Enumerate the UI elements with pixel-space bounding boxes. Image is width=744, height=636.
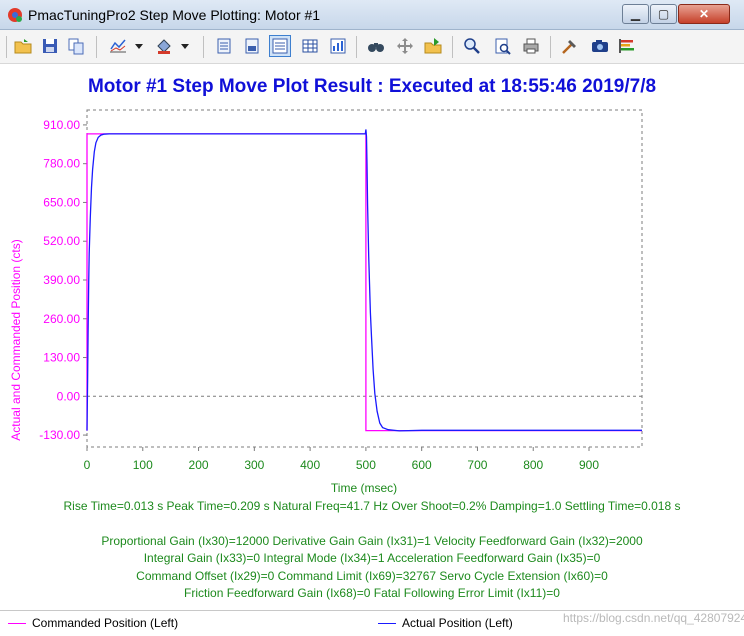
toolbar-separator	[550, 36, 551, 58]
x-tick-label: 800	[523, 458, 543, 472]
legend-swatch-actual	[378, 622, 396, 624]
x-tick-label: 500	[356, 458, 376, 472]
bars-button[interactable]	[617, 36, 637, 56]
x-tick-label: 400	[300, 458, 320, 472]
y-tick-label: 780.00	[43, 157, 80, 171]
toolbar-grip	[6, 36, 7, 58]
print-icon	[523, 38, 539, 54]
view-icon	[272, 38, 288, 54]
move-button[interactable]	[395, 36, 415, 56]
page-button[interactable]	[214, 36, 234, 56]
window-title: PmacTuningPro2 Step Move Plotting: Motor…	[28, 7, 321, 23]
legend-label-commanded: Commanded Position (Left)	[32, 616, 179, 630]
bars-icon	[619, 39, 634, 53]
y-axis-ticks: 910.00 780.00 650.00 520.00 390.00 260.00 130.…	[39, 118, 87, 442]
maximize-button[interactable]: ▢	[650, 4, 677, 24]
open-icon	[14, 39, 32, 54]
legend-label-actual: Actual Position (Left)	[402, 616, 513, 630]
close-button[interactable]: ✕	[678, 4, 730, 24]
page-alt-icon	[245, 38, 259, 54]
move-icon	[397, 38, 413, 54]
performance-stats: Rise Time=0.013 s Peak Time=0.209 s Natu…	[63, 499, 681, 513]
window-titlebar: PmacTuningPro2 Step Move Plotting: Motor…	[0, 0, 744, 30]
paint-icon	[157, 39, 171, 54]
app-icon	[8, 8, 22, 22]
copy-icon	[68, 38, 84, 55]
paint-dropdown[interactable]	[178, 36, 192, 56]
export-button[interactable]	[423, 36, 443, 56]
x-tick-label: 300	[244, 458, 264, 472]
save-icon	[43, 39, 57, 53]
zoom-button[interactable]	[462, 36, 482, 56]
paint-button[interactable]	[154, 36, 174, 56]
legend-swatch-commanded	[8, 622, 26, 624]
step-move-chart: 910.00 780.00 650.00 520.00 390.00 260.00 130.…	[9, 109, 643, 495]
export-icon	[424, 38, 442, 54]
gains-line-4: Friction Feedforward Gain (Ix68)=0 Fatal…	[184, 586, 560, 600]
line-chart-dropdown[interactable]	[132, 36, 146, 56]
toolbar-separator	[203, 36, 204, 58]
chevron-down-icon	[181, 44, 189, 49]
page-icon	[217, 38, 231, 54]
open-button[interactable]	[13, 36, 33, 56]
x-tick-label: 600	[412, 458, 432, 472]
legend-item-actual: Actual Position (Left)	[378, 616, 513, 630]
y-tick-label: 130.00	[43, 351, 80, 365]
binoculars-button[interactable]	[366, 36, 386, 56]
y-tick-label: 390.00	[43, 273, 80, 287]
x-tick-label: 0	[84, 458, 91, 472]
legend-item-commanded: Commanded Position (Left)	[8, 616, 178, 630]
grid-button[interactable]	[300, 36, 320, 56]
tools-icon	[562, 40, 576, 54]
y-tick-label: 910.00	[43, 118, 80, 132]
page-alt-button[interactable]	[242, 36, 262, 56]
minimize-icon: ▁	[630, 7, 641, 21]
minimize-button[interactable]: ▁	[622, 4, 649, 24]
x-tick-label: 100	[133, 458, 153, 472]
plot-title: Motor #1 Step Move Plot Result : Execute…	[87, 76, 657, 97]
chart-icon	[330, 38, 346, 54]
x-tick-label: 200	[189, 458, 209, 472]
view-button[interactable]	[269, 35, 291, 57]
actual-position-line	[86, 129, 642, 432]
y-tick-label: 650.00	[43, 195, 80, 209]
toolbar-separator	[452, 36, 453, 58]
y-axis-label: Actual and Commanded Position (cts)	[9, 239, 23, 440]
line-chart-button[interactable]	[108, 36, 128, 56]
x-tick-label: 700	[467, 458, 487, 472]
gains-line-2: Integral Gain (Ix33)=0 Integral Mode (Ix…	[143, 551, 601, 565]
gains-line-1: Proportional Gain (Ix30)=12000 Derivativ…	[101, 534, 643, 548]
y-tick-label: 0.00	[57, 389, 81, 403]
print-button[interactable]	[521, 36, 541, 56]
x-axis-label: Time (msec)	[331, 481, 397, 495]
grid-icon	[302, 39, 318, 53]
y-tick-label: 260.00	[43, 312, 80, 326]
binoculars-icon	[368, 43, 384, 52]
series-layer	[86, 129, 642, 432]
y-tick-label: 520.00	[43, 234, 80, 248]
watermark: https://blog.csdn.net/qq_42807924	[563, 611, 744, 625]
toolbar	[0, 30, 744, 64]
gains-line-3: Command Offset (Ix29)=0 Command Limit (I…	[136, 569, 608, 583]
save-button[interactable]	[40, 36, 60, 56]
x-tick-label: 900	[579, 458, 599, 472]
chevron-down-icon	[135, 44, 143, 49]
tools-button[interactable]	[560, 36, 580, 56]
line-chart-icon	[110, 39, 126, 53]
preview-icon	[495, 38, 511, 55]
close-icon: ✕	[698, 7, 710, 21]
y-tick-label: -130.00	[39, 428, 80, 442]
copy-button[interactable]	[66, 36, 86, 56]
commanded-position-line	[86, 133, 642, 432]
toolbar-separator	[356, 36, 357, 58]
camera-button[interactable]	[590, 36, 610, 56]
x-axis-ticks: 0 100 200 300 400 500 600 700 800 900	[84, 447, 599, 472]
chart-button[interactable]	[328, 36, 348, 56]
maximize-icon: ▢	[657, 7, 670, 21]
toolbar-separator	[96, 36, 97, 58]
zoom-icon	[464, 38, 480, 54]
preview-button[interactable]	[492, 36, 512, 56]
camera-icon	[592, 40, 608, 52]
